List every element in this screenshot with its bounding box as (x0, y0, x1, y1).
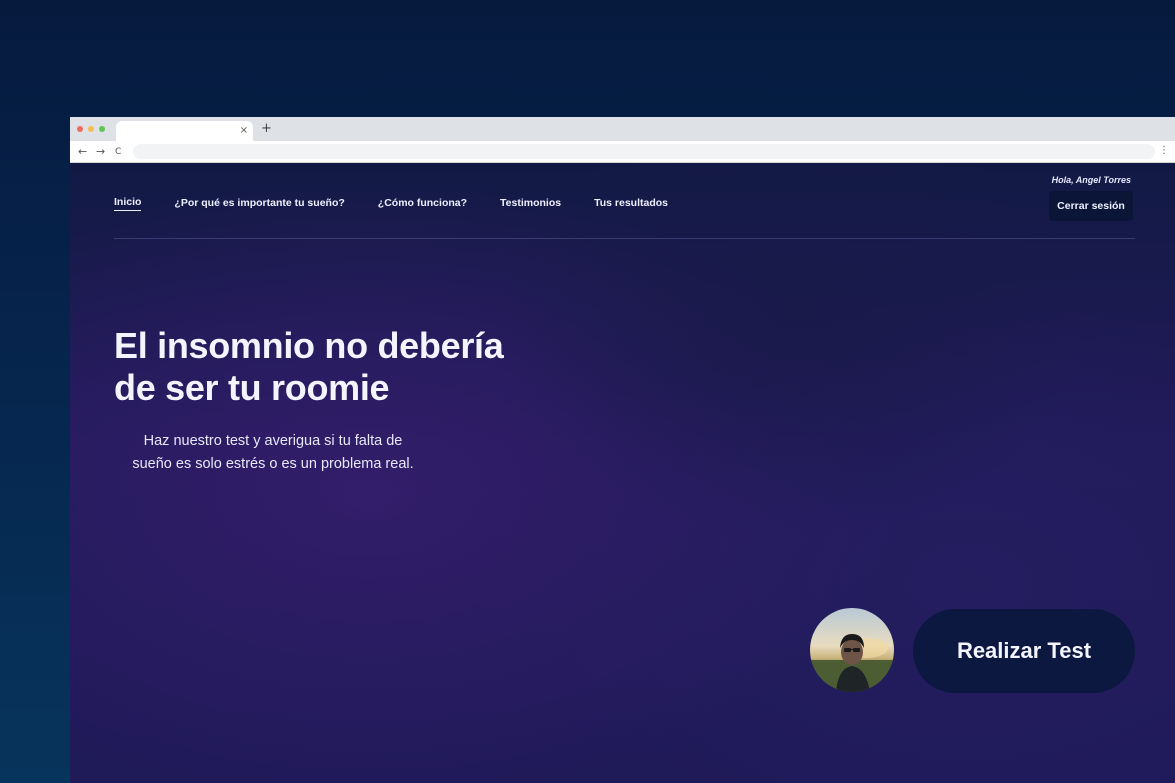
tab-close-icon[interactable]: × (240, 125, 248, 137)
reload-icon[interactable]: C (115, 146, 121, 159)
browser-tab-bar: × + (70, 117, 1175, 141)
nav-item-testimonios[interactable]: Testimonios (500, 196, 561, 210)
user-avatar[interactable] (810, 608, 894, 692)
window-controls (77, 126, 105, 132)
nav-divider (114, 238, 1135, 239)
nav-item-tus-resultados[interactable]: Tus resultados (594, 196, 668, 210)
forward-arrow-icon[interactable]: → (96, 145, 105, 158)
hero-subtitle-line-1: Haz nuestro test y averigua si tu falta … (143, 433, 403, 449)
nav-item-inicio[interactable]: Inicio (114, 195, 142, 211)
hero-subtitle-line-2: sueño es solo estrés o es un problema re… (132, 456, 414, 472)
browser-window: × + ← → C ⋮ Inicio ¿Por qué es important… (70, 117, 1175, 783)
minimize-window-icon[interactable] (88, 126, 94, 132)
new-tab-icon[interactable]: + (261, 122, 272, 136)
back-arrow-icon[interactable]: ← (78, 145, 87, 158)
hero-title-line-1: El insomnio no debería (114, 325, 504, 366)
browser-toolbar: ← → C ⋮ (70, 141, 1175, 163)
realizar-test-button[interactable]: Realizar Test (913, 609, 1135, 693)
browser-menu-icon[interactable]: ⋮ (1159, 144, 1169, 158)
hero-subtitle: Haz nuestro test y averigua si tu falta … (118, 430, 428, 476)
nav-item-como-funciona[interactable]: ¿Cómo funciona? (378, 196, 467, 210)
maximize-window-icon[interactable] (99, 126, 105, 132)
close-window-icon[interactable] (77, 126, 83, 132)
logout-button[interactable]: Cerrar sesión (1049, 191, 1133, 221)
user-greeting: Hola, Angel Torres (1051, 175, 1131, 185)
address-bar[interactable] (133, 144, 1155, 159)
browser-tab[interactable]: × (116, 121, 253, 141)
hero-title: El insomnio no debería de ser tu roomie (114, 325, 634, 409)
nav-item-por-que-importante[interactable]: ¿Por qué es importante tu sueño? (174, 196, 344, 210)
hero-title-line-2: de ser tu roomie (114, 367, 390, 408)
landing-page: Inicio ¿Por qué es importante tu sueño? … (70, 163, 1175, 783)
main-nav: Inicio ¿Por qué es importante tu sueño? … (114, 195, 701, 211)
avatar-photo (810, 608, 894, 692)
